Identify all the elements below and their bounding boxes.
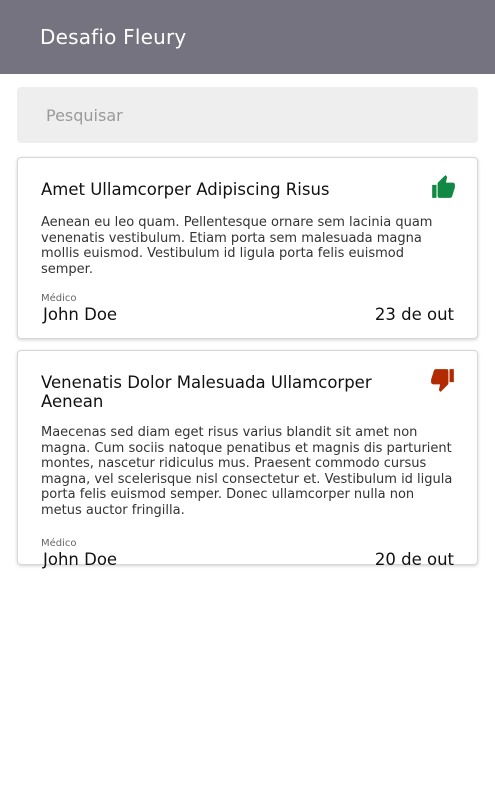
card-title: Venenatis Dolor Malesuada Ullamcorper Ae…: [41, 373, 372, 411]
consultation-card[interactable]: Venenatis Dolor Malesuada Ullamcorper Ae…: [17, 350, 478, 569]
search-container: [0, 74, 495, 143]
consultation-card[interactable]: Amet Ullamcorper Adipiscing Risus Aenean…: [17, 157, 478, 339]
doctor-name: John Doe: [43, 305, 118, 325]
appointment-date: 20 de out: [374, 549, 454, 569]
app-bar: Desafio Fleury: [0, 0, 495, 74]
card-header: Amet Ullamcorper Adipiscing Risus: [41, 158, 456, 200]
card-footer: John Doe 23 de out: [41, 305, 454, 324]
card-description: Maecenas sed diam eget risus varius blan…: [41, 425, 453, 518]
doctor-label: Médico: [41, 537, 77, 549]
app-title: Desafio Fleury: [40, 25, 187, 49]
doctor-name: John Doe: [43, 549, 118, 569]
card-footer: John Doe 20 de out: [41, 550, 454, 569]
thumbs-down-icon[interactable]: [430, 367, 456, 393]
card-description: Aenean eu leo quam. Pellentesque ornare …: [41, 215, 433, 277]
appointment-date: 23 de out: [374, 305, 454, 325]
doctor-label: Médico: [41, 293, 77, 305]
card-header: Venenatis Dolor Malesuada Ullamcorper Ae…: [41, 351, 454, 411]
thumbs-up-icon[interactable]: [430, 174, 456, 200]
card-title: Amet Ullamcorper Adipiscing Risus: [41, 180, 330, 199]
search-input[interactable]: [17, 87, 478, 143]
